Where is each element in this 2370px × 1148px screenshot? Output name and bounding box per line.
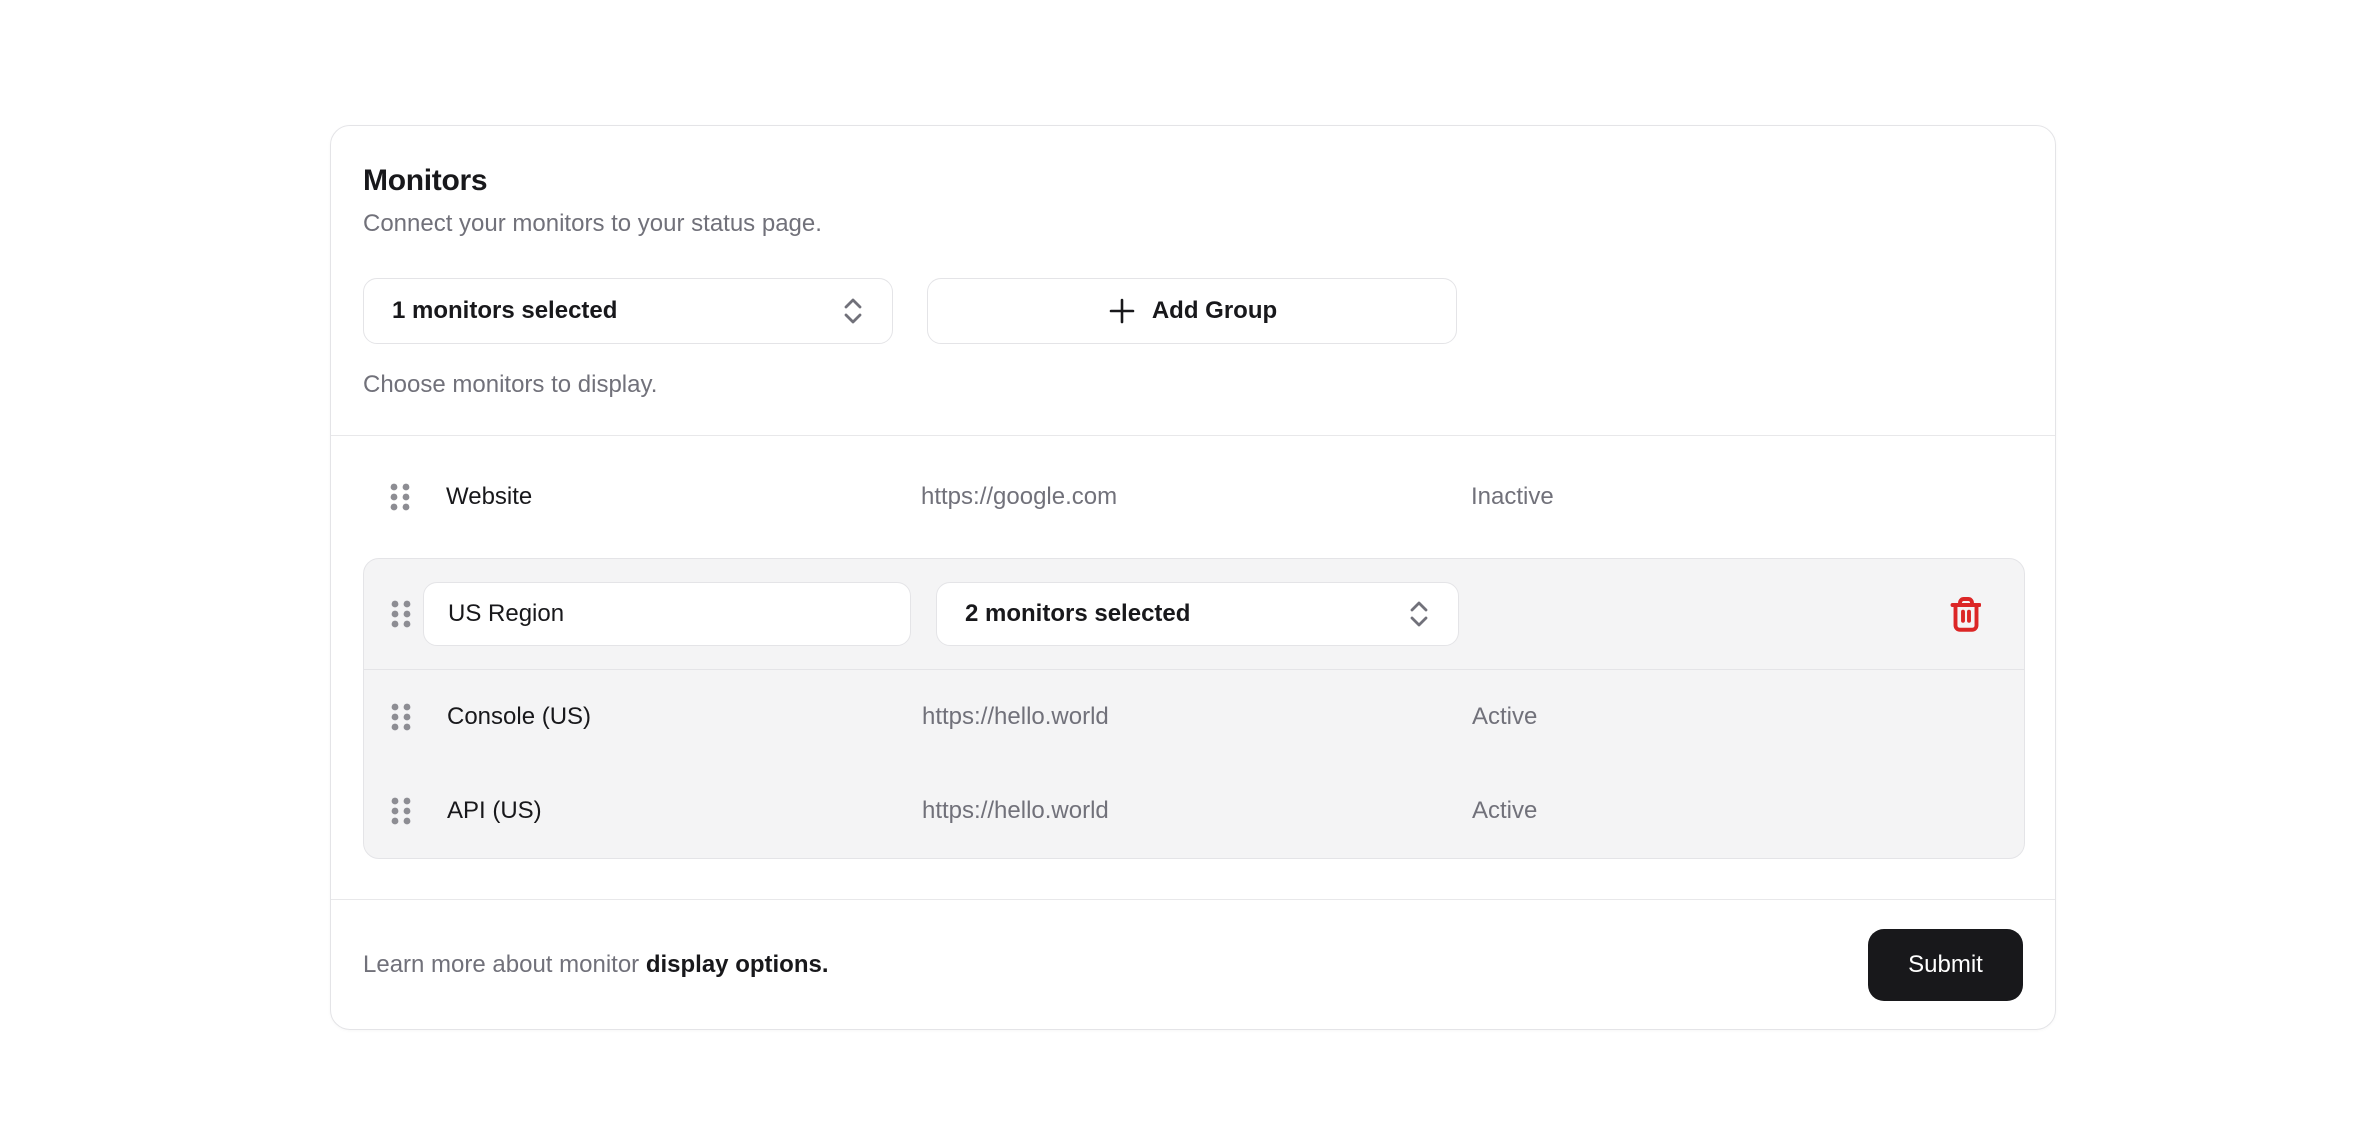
- drag-handle-icon[interactable]: [388, 597, 414, 631]
- plus-icon: [1107, 296, 1137, 326]
- page-subtitle: Connect your monitors to your status pag…: [363, 209, 2023, 239]
- footer-note-suffix: .: [822, 951, 829, 978]
- monitors-select[interactable]: 1 monitors selected: [363, 278, 893, 344]
- drag-handle-icon[interactable]: [387, 480, 413, 514]
- monitors-list: Website https://google.com Inactive 2 mo…: [331, 435, 2055, 899]
- group-monitors-select-value: 2 monitors selected: [965, 600, 1190, 628]
- drag-handle-icon[interactable]: [388, 700, 414, 734]
- monitor-url: https://google.com: [921, 483, 1471, 511]
- add-group-label: Add Group: [1152, 297, 1277, 325]
- group-header: 2 monitors selected: [364, 559, 2024, 670]
- monitor-row-console-us: Console (US) https://hello.world Active: [364, 670, 2024, 764]
- monitor-url: https://hello.world: [922, 797, 1472, 825]
- monitor-status: Active: [1472, 703, 1992, 731]
- page-title: Monitors: [363, 161, 2023, 201]
- monitor-name: API (US): [447, 797, 922, 825]
- drag-handle-icon[interactable]: [388, 794, 414, 828]
- submit-button[interactable]: Submit: [1868, 929, 2023, 1001]
- footer-note: Learn more about monitor display options…: [363, 951, 829, 979]
- card-footer: Learn more about monitor display options…: [331, 899, 2055, 1029]
- footer-note-prefix: Learn more about monitor: [363, 951, 646, 978]
- chevrons-up-down-icon: [840, 295, 866, 327]
- helper-text: Choose monitors to display.: [363, 370, 2023, 400]
- controls-row: 1 monitors selected Add Group: [363, 278, 2023, 344]
- monitor-url: https://hello.world: [922, 703, 1472, 731]
- card-header: Monitors Connect your monitors to your s…: [331, 126, 2055, 435]
- monitor-group: 2 monitors selected Console (US) h: [363, 558, 2025, 859]
- monitor-row-api-us: API (US) https://hello.world Active: [364, 764, 2024, 858]
- monitor-name: Website: [446, 483, 921, 511]
- chevrons-up-down-icon: [1406, 598, 1432, 630]
- display-options-link[interactable]: display options: [646, 951, 822, 978]
- monitor-status: Active: [1472, 797, 1992, 825]
- add-group-button[interactable]: Add Group: [927, 278, 1457, 344]
- monitors-card: Monitors Connect your monitors to your s…: [330, 125, 2056, 1030]
- delete-group-button[interactable]: [1942, 592, 1986, 636]
- trash-icon: [1948, 596, 1981, 632]
- group-name-input[interactable]: [423, 582, 911, 646]
- monitor-row-website: Website https://google.com Inactive: [331, 436, 2055, 558]
- monitor-name: Console (US): [447, 703, 922, 731]
- monitor-status: Inactive: [1471, 483, 2023, 511]
- group-monitors-select[interactable]: 2 monitors selected: [936, 582, 1459, 646]
- monitors-select-value: 1 monitors selected: [392, 297, 617, 325]
